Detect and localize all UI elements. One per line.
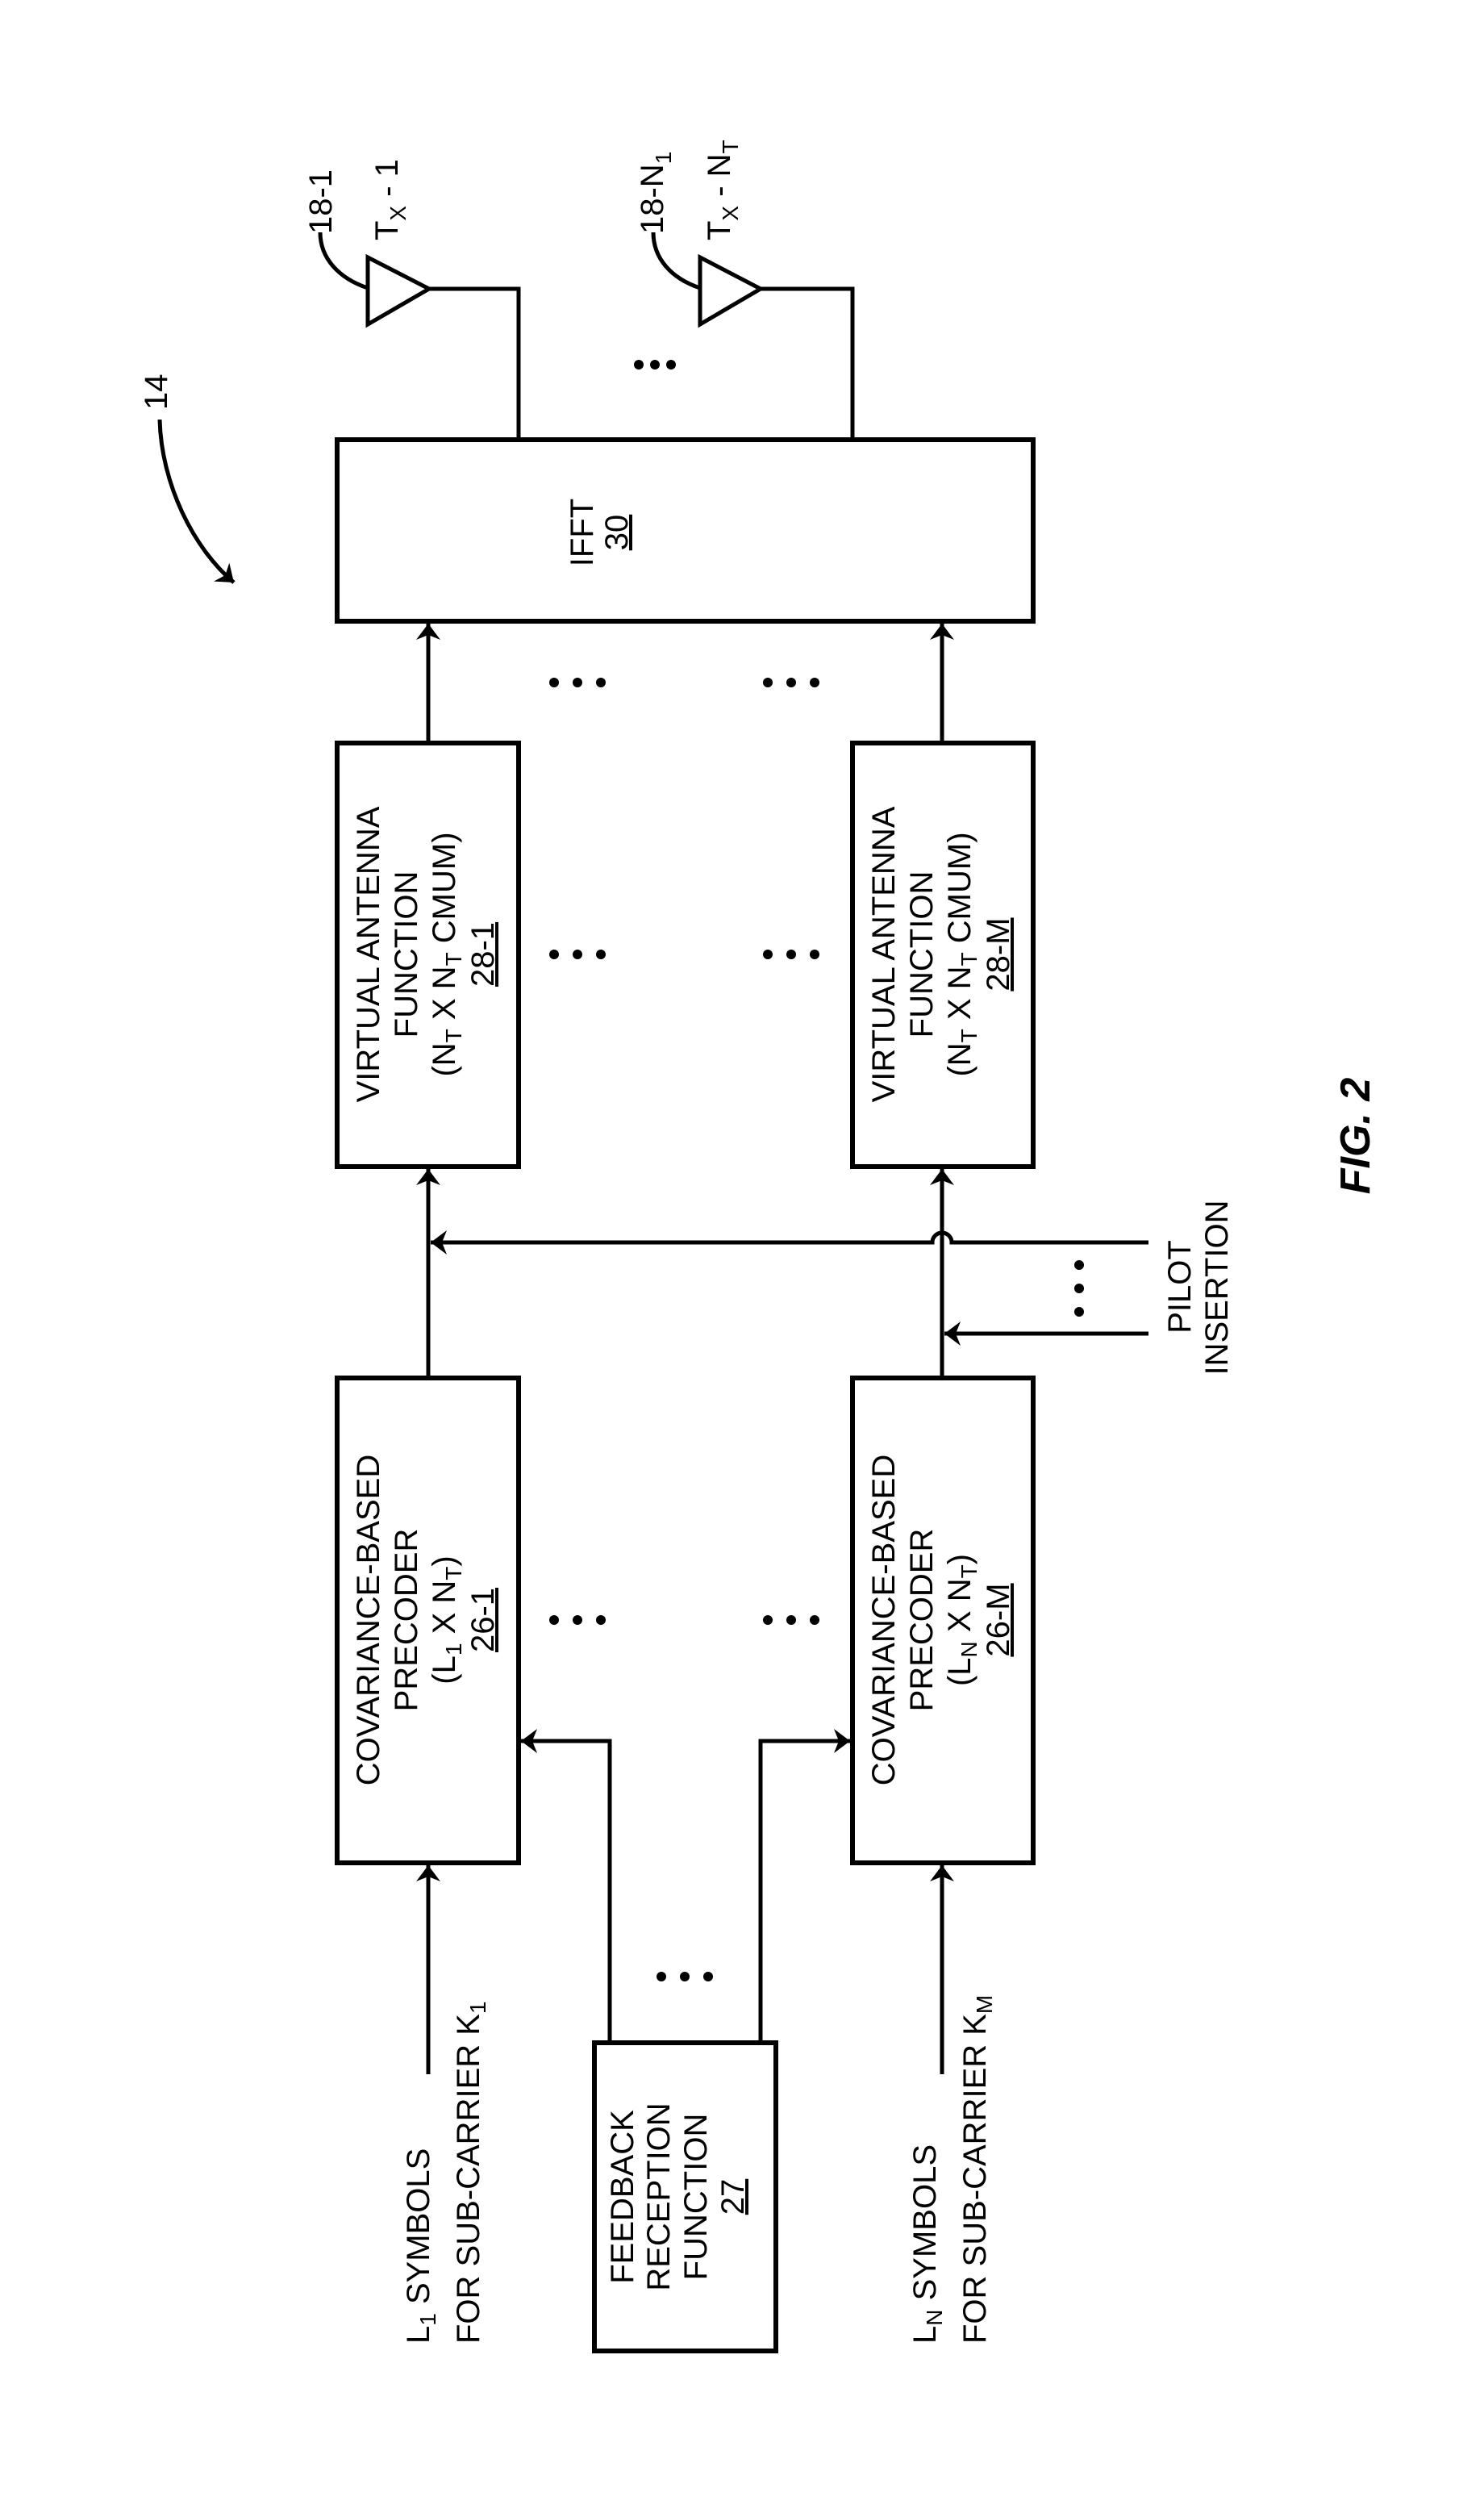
antenna-1-label: TX - 1	[369, 159, 411, 240]
vam-line1: VIRTUAL ANTENNA	[866, 806, 902, 1102]
ifft-input-ellipsis-icon	[549, 678, 819, 687]
va1-line2: FUNCTION	[389, 871, 424, 1038]
va1-ref: 28-1	[465, 922, 501, 987]
precoder1-line2: PRECODER	[389, 1529, 424, 1712]
vam-line2: FUNCTION	[904, 871, 940, 1038]
pilot-ellipsis-icon	[1074, 1260, 1084, 1317]
antenna-ellipsis-icon	[634, 360, 676, 370]
ifft-name: IFFT	[565, 499, 600, 566]
input-m-label-line1: LN SYMBOLS	[907, 2144, 947, 2344]
feedback-block: FEEDBACK RECEPTION FUNCTION 27	[592, 2040, 778, 2353]
feedback-to-precoderm-arrow	[758, 1729, 850, 2043]
input-1-label-line1: L1 SYMBOLS	[401, 2148, 440, 2344]
pilot-label-line2: INSERTION	[1199, 1200, 1235, 1375]
antenna-1-feed-line	[429, 286, 521, 440]
feedback-to-precoder1-arrow	[521, 1729, 612, 2043]
antenna-n-leader	[651, 232, 701, 290]
system-ref-arrow-icon	[157, 419, 236, 584]
virtual-antenna-block-m: VIRTUAL ANTENNA FUNCTION (NT X NT CMUM) …	[850, 741, 1036, 1169]
virtual-antenna-block-1: VIRTUAL ANTENNA FUNCTION (NT X NT CMUM) …	[335, 741, 521, 1169]
precoder1-ref: 26-1	[465, 1588, 501, 1652]
feedback-line1: FEEDBACK	[605, 2110, 640, 2284]
pilot-label-line1: PILOT	[1162, 1240, 1198, 1334]
antenna-triangle-icon	[365, 253, 434, 328]
antenna-1-ref: 18-1	[303, 169, 339, 234]
antenna-triangle-icon	[698, 253, 765, 328]
antenna-1-leader	[318, 232, 369, 290]
feedback-line2: RECEPTION	[641, 2102, 677, 2290]
ifft-block: IFFT 30	[335, 437, 1036, 624]
system-reference: 14	[139, 374, 236, 584]
precoder-block-1: COVARIANCE-BASED PRECODER (L1 X NT) 26-1	[335, 1376, 521, 1865]
precoder1-line1: COVARIANCE-BASED	[351, 1455, 386, 1785]
ifft-ref: 30	[599, 515, 635, 551]
precoder-ellipsis-icon	[549, 1615, 819, 1625]
precoder-block-m: COVARIANCE-BASED PRECODER (LN X NT) 26-M	[850, 1376, 1036, 1865]
feedback-line3: FUNCTION	[678, 2114, 714, 2281]
antenna-n-ref: 18-N1	[635, 152, 676, 234]
va1-line1: VIRTUAL ANTENNA	[351, 806, 386, 1102]
input-m-label-line2: FOR SUB-CARRIER KM	[957, 1995, 997, 2344]
precoderm-line2: PRECODER	[904, 1529, 940, 1712]
input-1-label-line2: FOR SUB-CARRIER K1	[451, 2001, 490, 2344]
vam-ref: 28-M	[981, 917, 1016, 991]
antenna-1: 18-1 TX - 1	[303, 159, 521, 440]
antenna-n-feed-line	[761, 286, 855, 440]
system-ref-label: 14	[139, 374, 174, 411]
pilot-line-1-arrow	[431, 1230, 1148, 1255]
antenna-n-label: TX - NT	[702, 140, 743, 240]
fig2-block-diagram: 14 18-1 TX - 1 18-N1 TX - NT IFFT 30 VIR…	[139, 140, 1379, 2353]
feedback-ref: 27	[715, 2179, 751, 2215]
antenna-n: 18-N1 TX - NT	[635, 140, 855, 440]
precoderm-ref: 26-M	[981, 1583, 1016, 1656]
figure-title: FIG. 2	[1332, 1078, 1379, 1195]
feedback-ellipsis-icon	[657, 1972, 713, 1981]
precoderm-line1: COVARIANCE-BASED	[866, 1455, 902, 1785]
va-ellipsis-icon	[549, 950, 819, 959]
